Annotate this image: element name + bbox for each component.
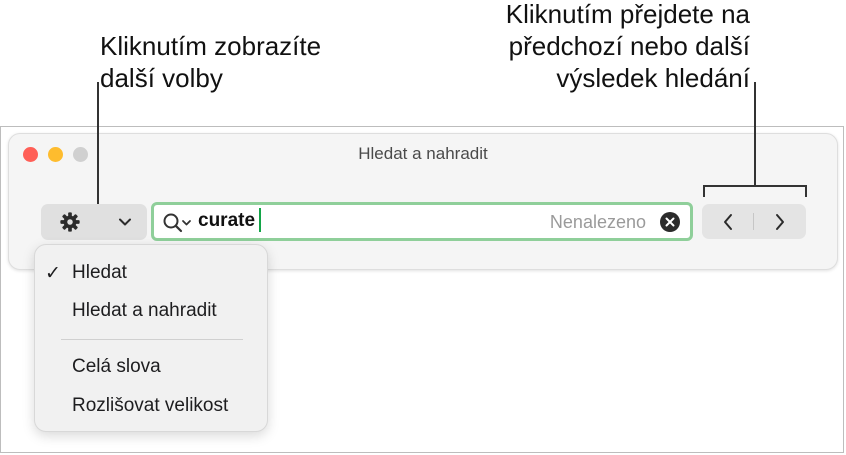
callout-navigation-line2: předchozí nebo další <box>508 31 750 61</box>
chevron-left-icon <box>724 213 732 230</box>
options-button[interactable] <box>41 204 147 240</box>
search-status: Nenalezeno <box>549 212 646 232</box>
callout-options-line1: Kliknutím zobrazíte <box>100 31 322 61</box>
text-caret <box>259 208 261 232</box>
options-menu: ✓ Hledat Hledat a nahradit Celá slova Ro… <box>34 244 268 432</box>
menu-item-find[interactable]: Hledat <box>72 262 127 284</box>
callout-navigation-line1: Kliknutím přejdete na <box>505 0 750 29</box>
callout-options-line2: další volby <box>100 63 223 93</box>
check-icon: ✓ <box>45 263 61 284</box>
previous-result-button[interactable] <box>702 204 754 239</box>
menu-divider <box>61 339 243 340</box>
callout-options: Kliknutím zobrazíte další volby <box>100 30 321 94</box>
result-navigation <box>702 204 806 239</box>
gear-icon <box>60 212 80 232</box>
search-field[interactable]: curate Nenalezeno <box>151 202 693 241</box>
next-result-button[interactable] <box>754 204 806 239</box>
search-input-text[interactable]: curate <box>198 210 255 232</box>
menu-item-find-replace[interactable]: Hledat a nahradit <box>72 300 217 322</box>
clear-icon[interactable] <box>660 212 680 232</box>
window-title: Hledat a nahradit <box>358 144 488 163</box>
menu-item-whole-words[interactable]: Celá slova <box>72 356 161 378</box>
menu-item-match-case[interactable]: Rozlišovat velikost <box>72 395 228 417</box>
chevron-right-icon <box>776 213 784 230</box>
navigation-bracket-left <box>703 185 705 197</box>
callout-navigation: Kliknutím přejdete na předchozí nebo dal… <box>506 0 750 94</box>
navigation-leader-line <box>754 82 756 187</box>
options-leader-line <box>97 82 99 204</box>
navigation-bracket <box>703 185 807 187</box>
callout-navigation-line3: výsledek hledání <box>556 63 750 93</box>
navigation-bracket-right <box>805 185 807 197</box>
chevron-down-icon <box>119 218 131 226</box>
magnifier-dropdown-icon[interactable] <box>162 212 194 234</box>
